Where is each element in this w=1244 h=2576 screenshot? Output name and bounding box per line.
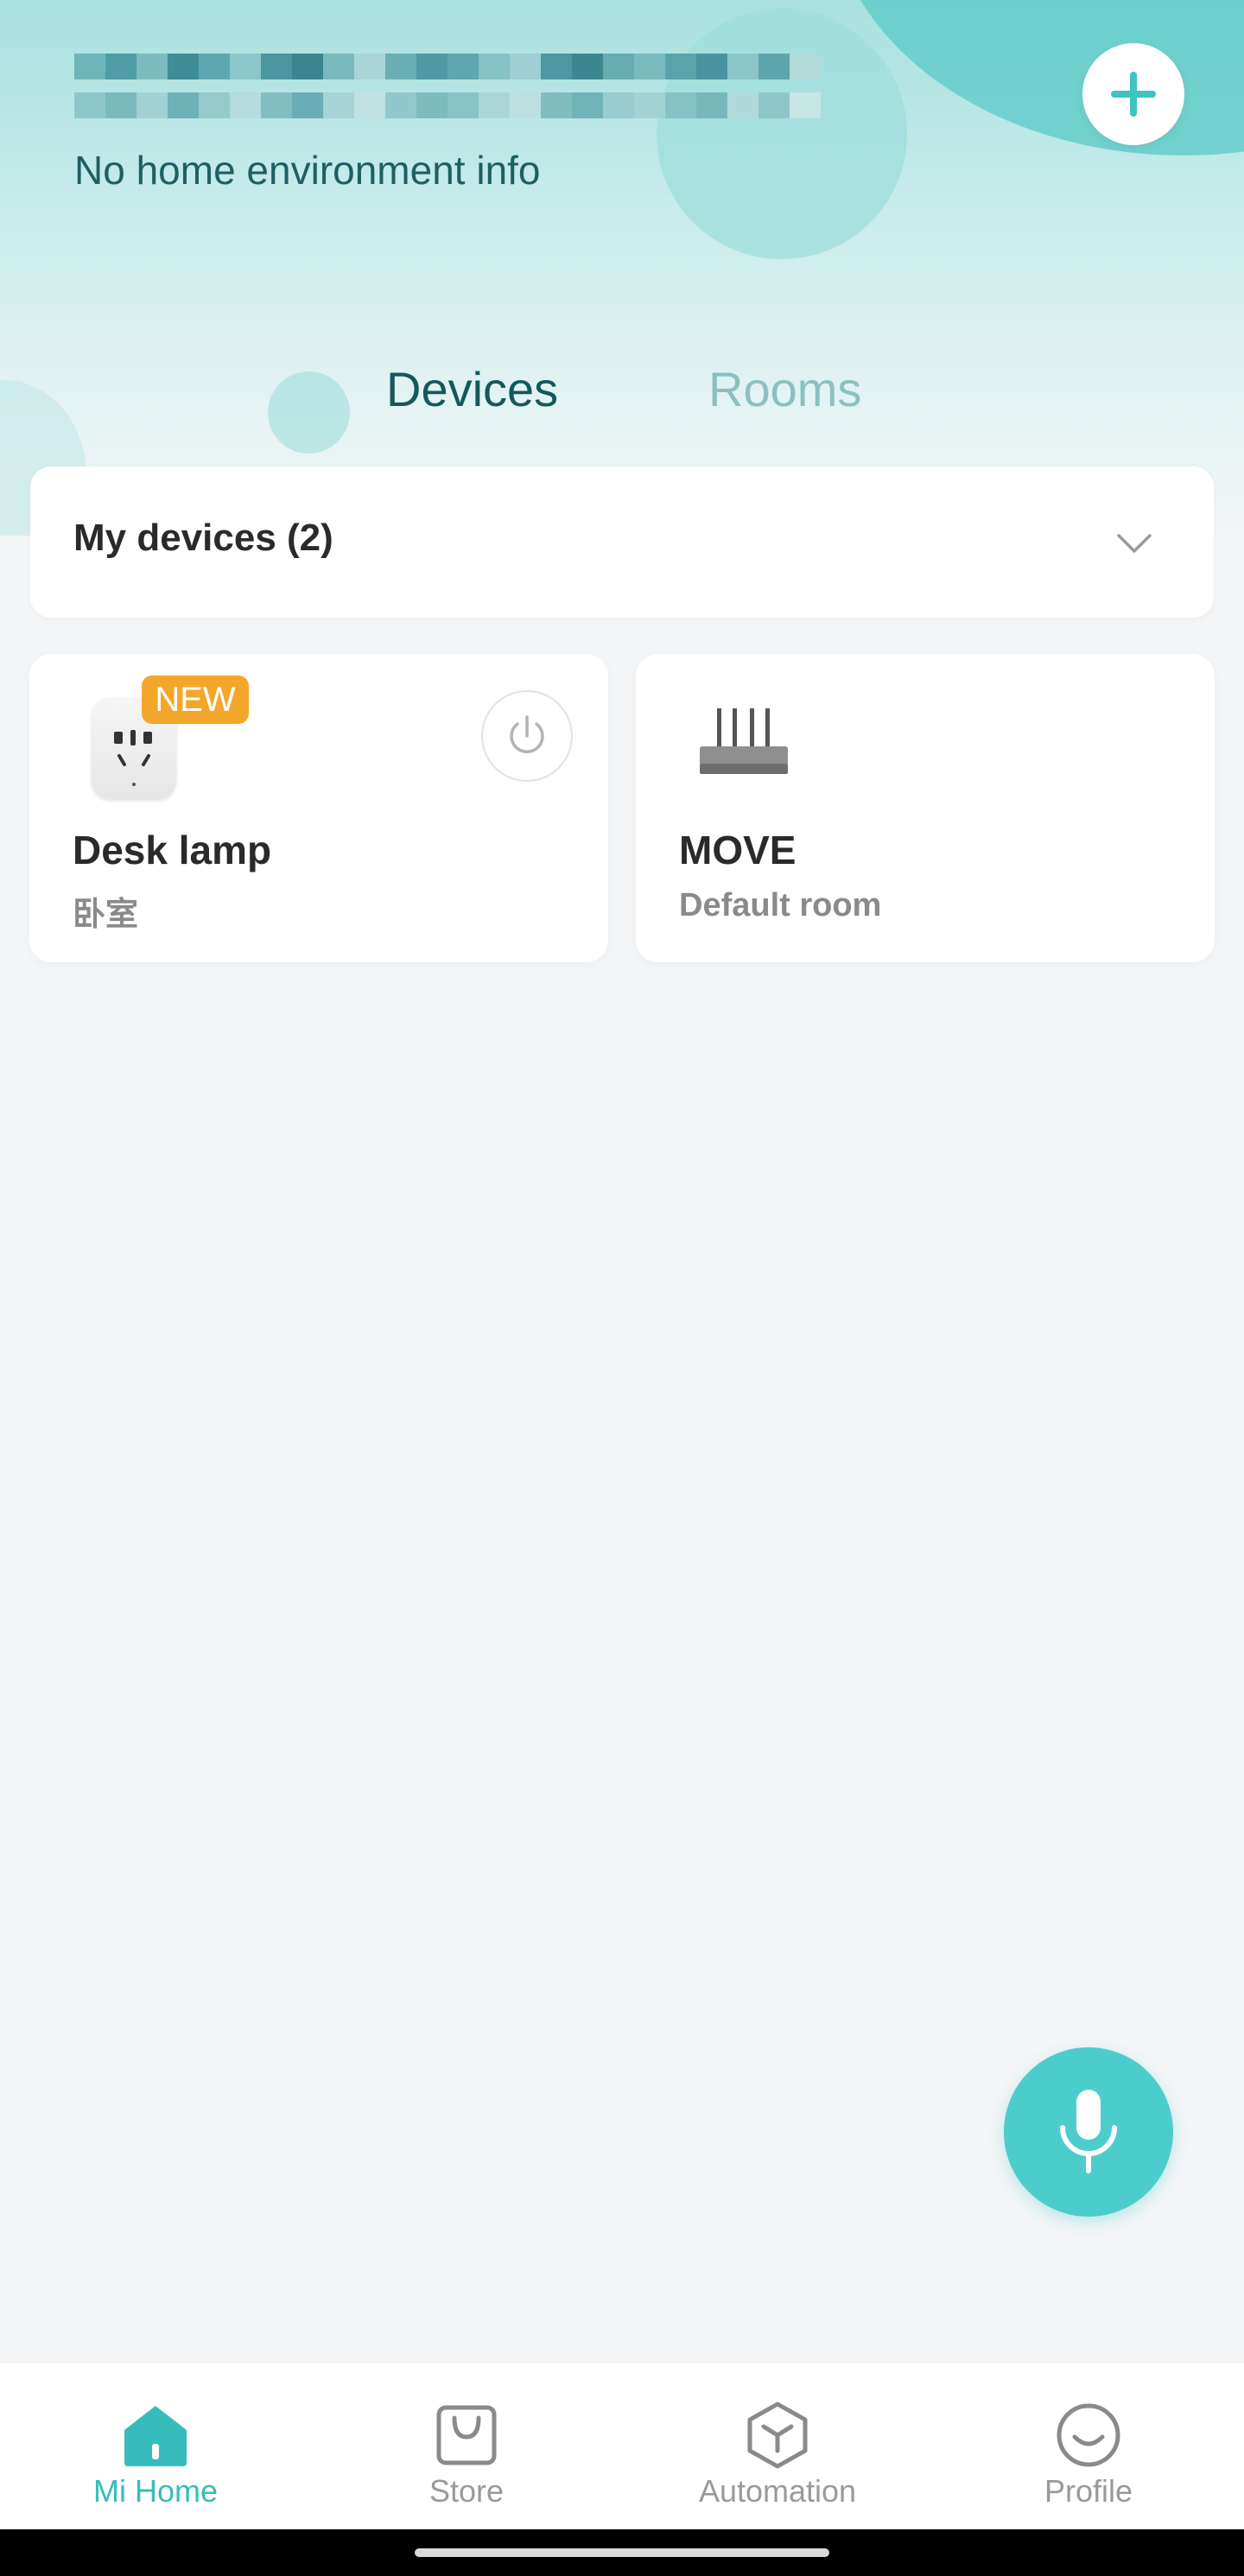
view-tabs: Devices Rooms (0, 361, 1244, 430)
chevron-down-icon (1117, 534, 1152, 553)
nav-label: Automation (698, 2473, 857, 2509)
tab-devices[interactable]: Devices (386, 361, 558, 417)
system-navigation-bar (0, 2529, 1244, 2576)
decorative-circle (657, 9, 907, 259)
device-card-desk-lamp[interactable]: NEW Desk lamp 卧室 (29, 654, 608, 962)
plus-icon (1111, 72, 1156, 117)
device-card-move[interactable]: MOVE Default room (636, 654, 1215, 962)
nav-label: Store (428, 2473, 505, 2509)
device-name: MOVE (679, 828, 797, 872)
device-name: Desk lamp (73, 828, 272, 872)
voice-assistant-button[interactable] (1004, 2047, 1173, 2217)
tab-rooms[interactable]: Rooms (708, 361, 861, 417)
nav-profile[interactable]: Profile (933, 2363, 1244, 2530)
store-bag-icon (436, 2405, 497, 2465)
device-group-selector[interactable]: My devices (2) (30, 466, 1214, 618)
nav-automation[interactable]: Automation (622, 2363, 933, 2530)
automation-cube-icon (747, 2402, 808, 2469)
profile-smile-icon (1057, 2403, 1120, 2467)
add-device-button[interactable] (1082, 43, 1184, 145)
power-icon (510, 715, 544, 753)
device-room: 卧室 (73, 897, 139, 933)
microphone-icon (1060, 2090, 1117, 2173)
router-icon (700, 708, 788, 774)
home-icon (124, 2406, 187, 2466)
nav-label: Profile (1044, 2473, 1133, 2509)
nav-label: Mi Home (92, 2473, 219, 2509)
bottom-navigation: Mi Home Store Automation Profile (0, 2362, 1244, 2529)
nav-mi-home[interactable]: Mi Home (0, 2363, 311, 2530)
home-indicator[interactable] (415, 2548, 829, 2557)
device-room: Default room (679, 887, 882, 923)
home-environment-info: No home environment info (74, 148, 541, 193)
home-name-redacted[interactable] (74, 54, 826, 131)
power-toggle-button[interactable] (481, 690, 573, 782)
new-badge: NEW (142, 676, 249, 724)
nav-store[interactable]: Store (311, 2363, 622, 2530)
device-group-label: My devices (2) (73, 517, 333, 559)
